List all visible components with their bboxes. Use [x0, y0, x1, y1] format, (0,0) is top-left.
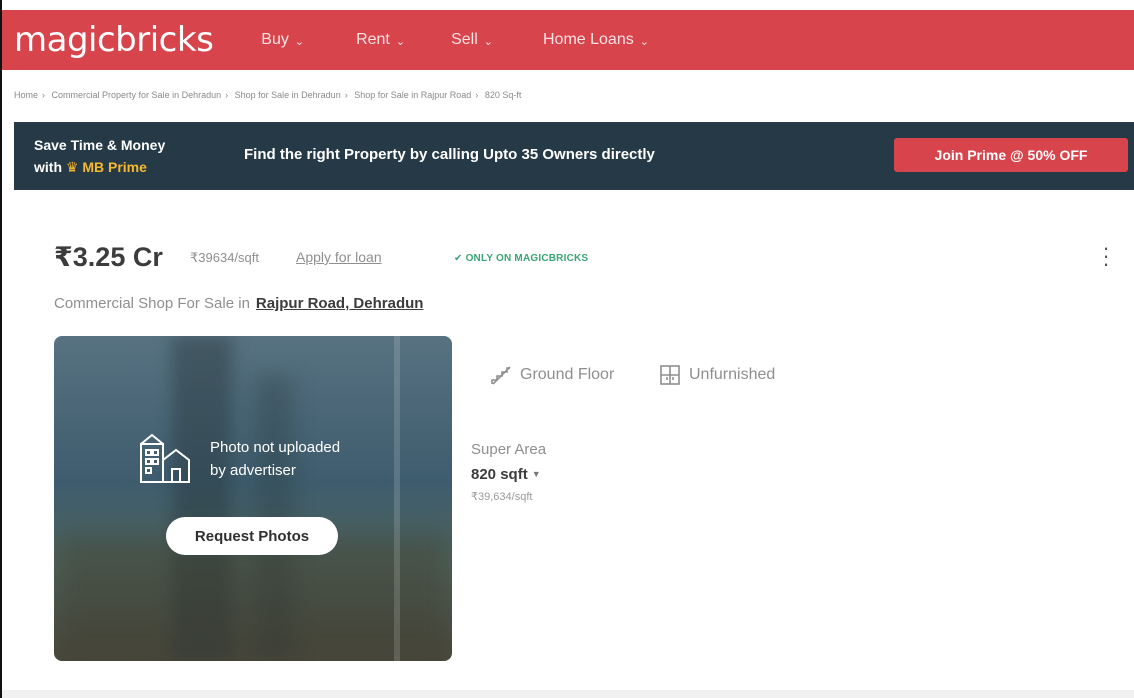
nav-rent[interactable]: Rent ⌄: [356, 31, 405, 49]
location-link[interactable]: Rajpur Road, Dehradun: [256, 295, 424, 312]
furnishing-feature: Unfurnished: [659, 364, 775, 386]
nav-buy-label: Buy: [261, 31, 289, 48]
page-frame: magicbricks Buy ⌄ Rent ⌄ Sell ⌄ Home Loa…: [0, 0, 1134, 698]
chevron-down-icon: ⌄: [483, 35, 493, 48]
nav-home-loans[interactable]: Home Loans ⌄: [543, 31, 649, 49]
nav-rent-label: Rent: [356, 31, 390, 48]
super-area-value-text: 820 sqft: [471, 466, 528, 483]
mb-prime-brand: MB Prime: [82, 159, 147, 175]
breadcrumb-home[interactable]: Home: [14, 90, 38, 100]
listing-type: Commercial Shop For Sale in: [54, 295, 250, 312]
photo-not-uploaded-message: Photo not uploaded by advertiser: [210, 436, 410, 482]
stairs-icon: [491, 366, 511, 385]
chevron-down-icon: ⌄: [395, 35, 406, 48]
apply-for-loan-link[interactable]: Apply for loan: [296, 249, 382, 265]
chevron-down-icon: ⌄: [639, 35, 649, 48]
floor-feature: Ground Floor: [490, 364, 614, 386]
breadcrumb-separator: ›: [344, 90, 348, 100]
nav-buy[interactable]: Buy ⌄: [261, 31, 304, 49]
super-area-label: Super Area: [471, 441, 547, 458]
exclusive-badge-label: ONLY ON MAGICBRICKS: [465, 253, 589, 264]
magicbricks-logo[interactable]: magicbricks: [14, 20, 214, 60]
super-area-rate: ₹39,634/sqft: [471, 491, 533, 503]
breadcrumb-shop-rajpur[interactable]: Shop for Sale in Rajpur Road: [354, 90, 471, 100]
furniture-icon: [660, 365, 680, 385]
join-prime-button[interactable]: Join Prime @ 50% OFF: [894, 138, 1128, 172]
crown-icon: ♛: [65, 159, 79, 175]
prime-tagline-with: with: [34, 159, 62, 175]
listing-subtitle: Commercial Shop For Sale in Rajpur Road, …: [54, 295, 423, 312]
breadcrumb: Home › Commercial Property for Sale in De…: [14, 90, 521, 100]
breadcrumb-separator: ›: [225, 90, 229, 100]
breadcrumb-shop-dehradun[interactable]: Shop for Sale in Dehradun: [235, 90, 341, 100]
more-options-icon[interactable]: · · ·: [1100, 237, 1112, 275]
top-navbar: magicbricks Buy ⌄ Rent ⌄ Sell ⌄ Home Loa…: [2, 10, 1134, 70]
nav-sell[interactable]: Sell ⌄: [451, 31, 493, 49]
floor-label: Ground Floor: [520, 366, 615, 383]
super-area-value[interactable]: 820 sqft ▼: [471, 466, 541, 483]
nav-sell-label: Sell: [451, 31, 478, 48]
exclusive-badge: ✔ ONLY ON MAGICBRICKS: [454, 253, 588, 264]
listing-price: ₹3.25 Cr: [54, 242, 163, 272]
prime-message: Find the right Property by calling Upto …: [244, 146, 655, 163]
breadcrumb-separator: ›: [475, 90, 479, 100]
check-icon: ✔: [454, 253, 463, 264]
prime-banner: Save Time & Money with ♛ MB Prime Find t…: [14, 122, 1134, 190]
photo-blur-shape: [394, 336, 400, 661]
caret-down-icon: ▼: [531, 469, 541, 479]
prime-tagline-line2: with ♛ MB Prime: [34, 156, 165, 178]
photo-message-line2: by advertiser: [210, 462, 296, 479]
prime-tagline-line1: Save Time & Money: [34, 137, 166, 153]
furnishing-label: Unfurnished: [689, 366, 776, 383]
chevron-down-icon: ⌄: [294, 35, 305, 48]
nav-home-loans-label: Home Loans: [543, 31, 634, 48]
request-photos-button[interactable]: Request Photos: [166, 517, 338, 555]
building-icon: [140, 433, 190, 483]
breadcrumb-separator: ›: [42, 90, 46, 100]
breadcrumb-current: 820 Sq-ft: [484, 90, 522, 100]
breadcrumb-commercial-dehradun[interactable]: Commercial Property for Sale in Dehradun: [52, 90, 222, 100]
section-divider: [2, 690, 1134, 698]
price-per-sqft: ₹39634/sqft: [190, 250, 259, 265]
photo-placeholder: Photo not uploaded by advertiser Request…: [54, 336, 452, 661]
prime-tagline: Save Time & Money with ♛ MB Prime: [34, 134, 165, 178]
photo-message-line1: Photo not uploaded: [210, 439, 341, 456]
